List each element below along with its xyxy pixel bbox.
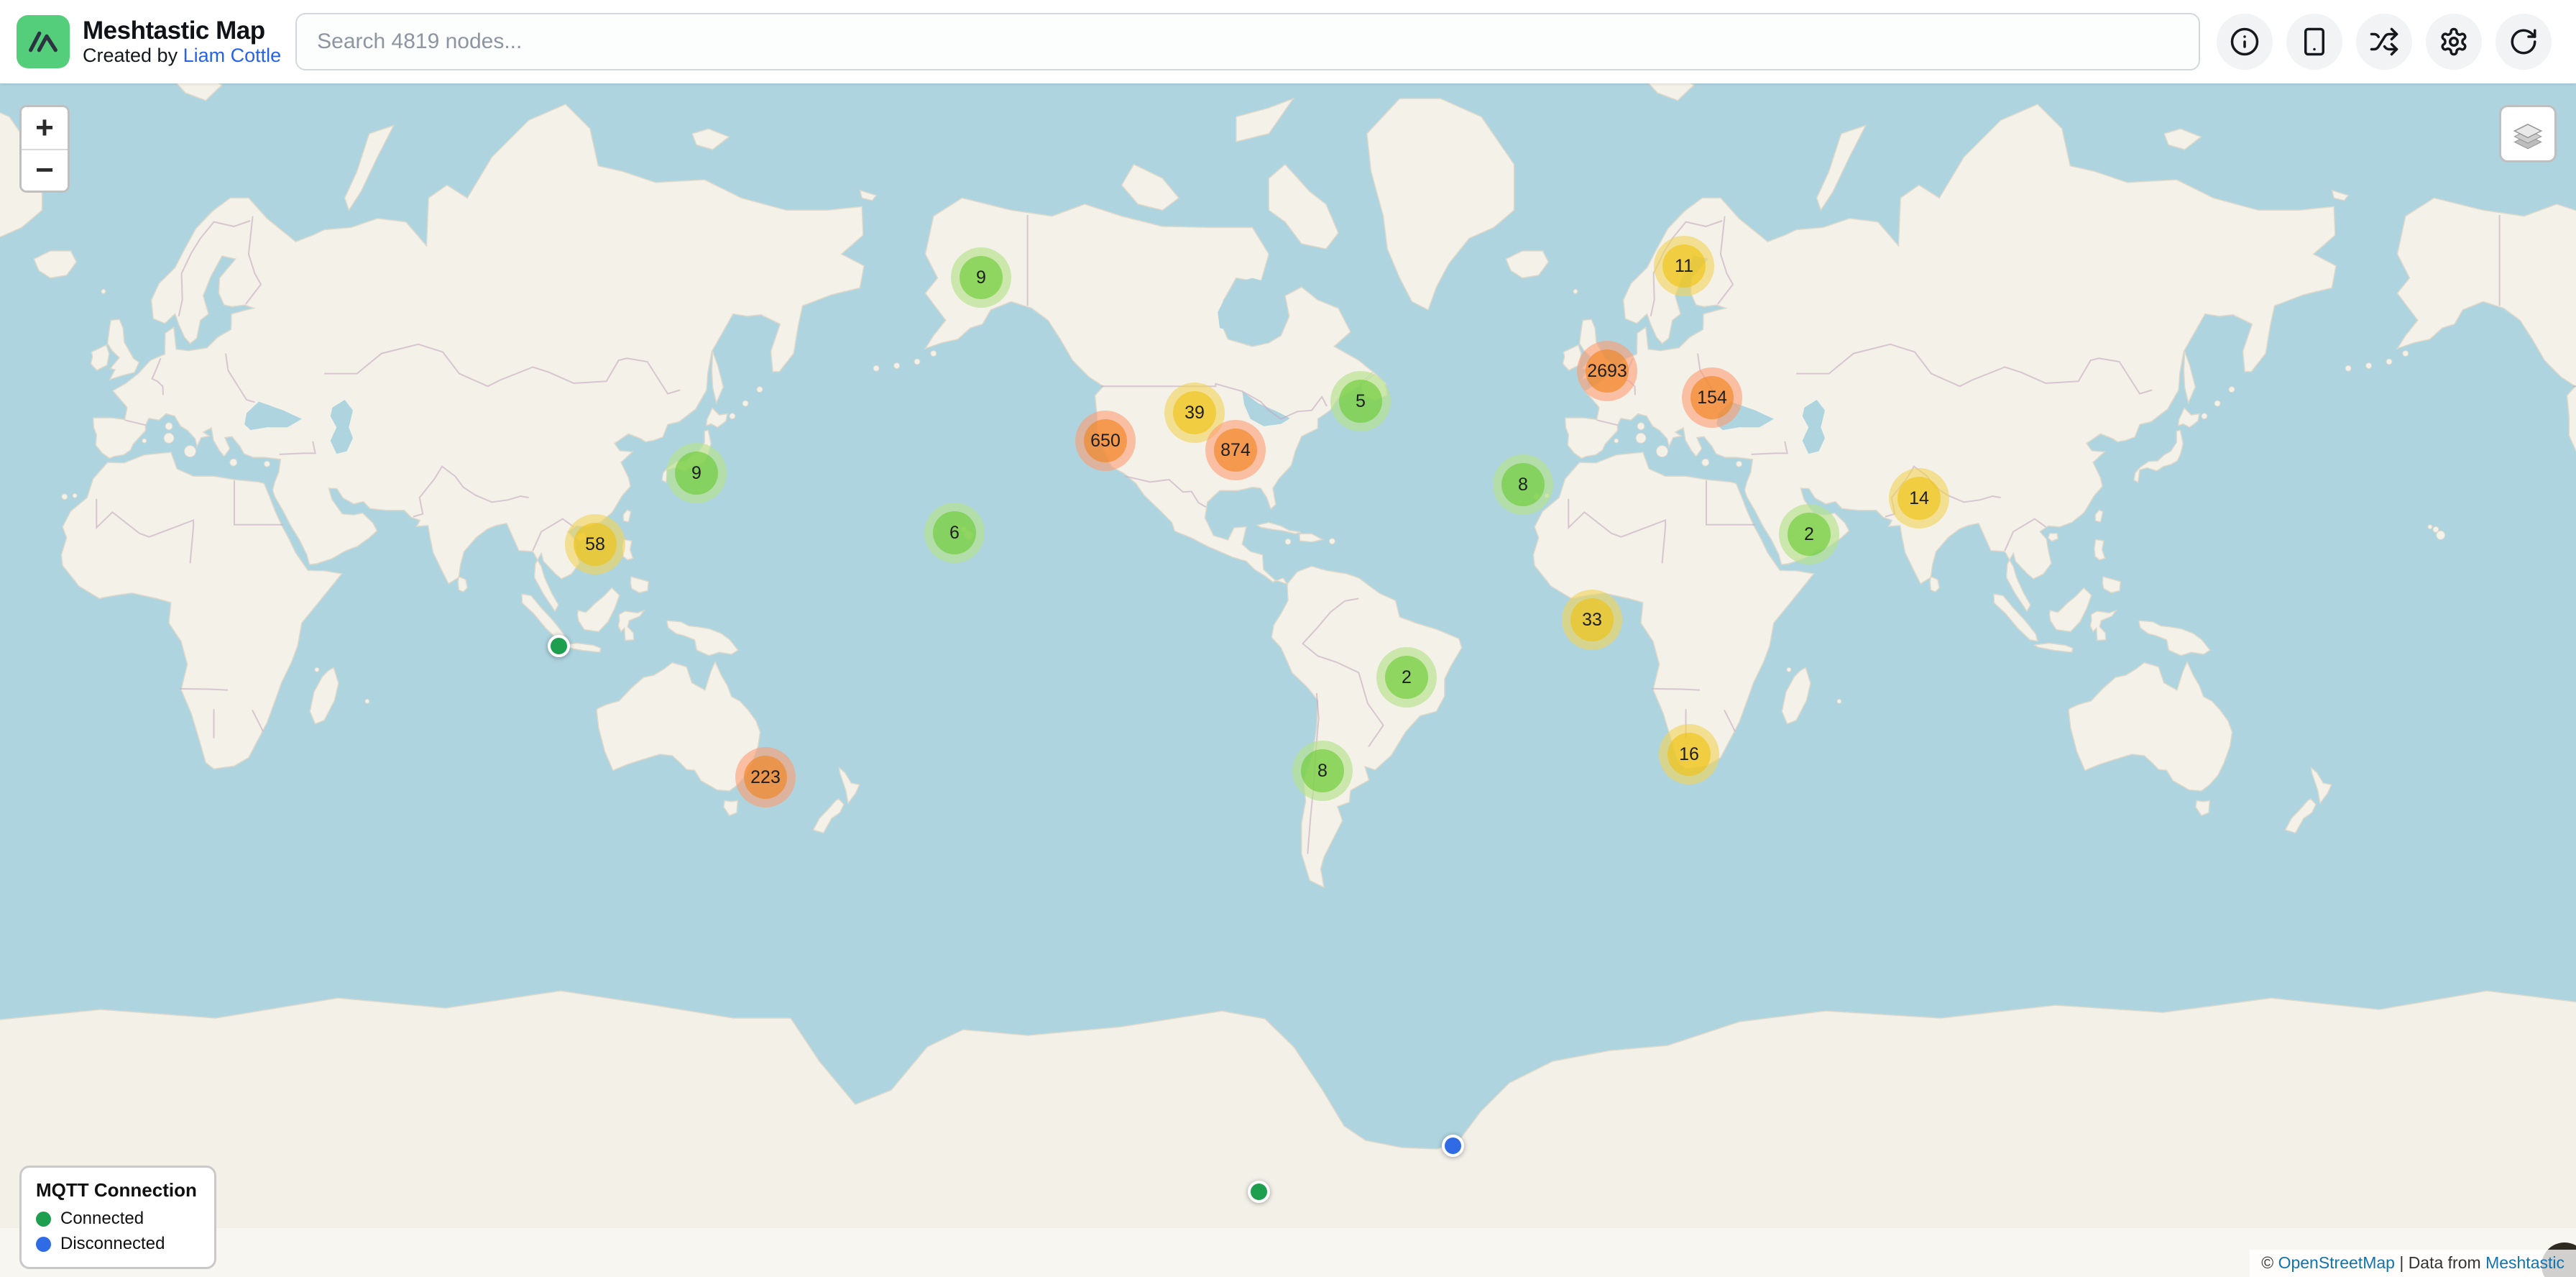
cluster-count: 2 [1385, 656, 1428, 699]
cluster-marker[interactable]: 6 [924, 503, 985, 563]
mqtt-legend: MQTT Connection Connected Disconnected [19, 1166, 216, 1269]
cluster-count: 58 [574, 523, 617, 566]
cluster-count: 223 [744, 756, 787, 799]
cluster-count: 8 [1301, 749, 1344, 792]
cluster-marker[interactable]: 9 [951, 247, 1011, 308]
cluster-marker[interactable]: 11 [1654, 236, 1714, 296]
cluster-count: 33 [1570, 598, 1614, 641]
cluster-count: 16 [1668, 733, 1711, 776]
refresh-icon [2508, 27, 2539, 57]
cluster-marker[interactable]: 2 [1376, 647, 1437, 708]
node-marker-connected[interactable] [548, 635, 570, 657]
byline-author-link[interactable]: Liam Cottle [183, 45, 282, 66]
cluster-marker[interactable]: 14 [1889, 468, 1949, 528]
cluster-count: 9 [960, 256, 1003, 299]
cluster-count: 39 [1173, 391, 1216, 434]
gear-icon [2439, 27, 2469, 57]
info-icon [2230, 27, 2260, 57]
smartphone-icon [2299, 27, 2329, 57]
cluster-count: 14 [1898, 477, 1941, 520]
attribution-copyright: © [2261, 1253, 2278, 1272]
search-input[interactable] [295, 13, 2200, 70]
cluster-count: 650 [1084, 419, 1127, 462]
cluster-marker[interactable]: 874 [1205, 420, 1266, 480]
cluster-marker[interactable]: 16 [1659, 724, 1719, 784]
info-button[interactable] [2217, 14, 2273, 70]
shuffle-icon [2369, 27, 2399, 57]
settings-button[interactable] [2426, 14, 2482, 70]
legend-title: MQTT Connection [36, 1179, 197, 1202]
random-node-button[interactable] [2356, 14, 2412, 70]
legend-row-connected: Connected [36, 1209, 197, 1229]
map-attribution: © OpenStreetMap | Data from Meshtastic [2250, 1250, 2576, 1277]
node-marker-disconnected[interactable] [1442, 1135, 1464, 1157]
legend-label-connected: Connected [60, 1209, 144, 1229]
meshtastic-logo-icon [24, 23, 62, 60]
cluster-count: 5 [1339, 380, 1382, 423]
meshtastic-logo [17, 15, 70, 68]
world-map[interactable]: + − 911269315439650874589586142332168223… [0, 83, 2576, 1277]
node-marker-connected[interactable] [1248, 1181, 1270, 1203]
cluster-count: 154 [1690, 376, 1734, 419]
cluster-count: 9 [675, 452, 718, 495]
cluster-marker[interactable]: 58 [565, 514, 625, 575]
device-button[interactable] [2286, 14, 2342, 70]
byline-prefix: Created by [83, 45, 183, 66]
cluster-count: 11 [1662, 244, 1706, 288]
cluster-count: 8 [1501, 463, 1545, 506]
cluster-marker[interactable]: 2693 [1577, 341, 1637, 401]
meshtastic-link[interactable]: Meshtastic [2485, 1253, 2564, 1272]
app-header: Meshtastic Map Created by Liam Cottle [0, 0, 2576, 83]
cluster-marker[interactable]: 650 [1075, 411, 1136, 471]
connected-dot-icon [36, 1212, 51, 1227]
byline: Created by Liam Cottle [83, 45, 281, 67]
cluster-count: 874 [1214, 429, 1257, 472]
cluster-count: 2 [1788, 513, 1831, 556]
legend-row-disconnected: Disconnected [36, 1234, 197, 1254]
title-block: Meshtastic Map Created by Liam Cottle [83, 17, 281, 67]
cluster-marker[interactable]: 33 [1562, 590, 1622, 650]
refresh-button[interactable] [2496, 14, 2552, 70]
cluster-marker[interactable]: 8 [1493, 454, 1553, 515]
cluster-marker[interactable]: 223 [735, 747, 796, 807]
layers-icon [2511, 116, 2545, 151]
world-map-svg [0, 83, 2576, 1277]
legend-label-disconnected: Disconnected [60, 1234, 165, 1254]
zoom-control: + − [19, 105, 70, 193]
zoom-in-button[interactable]: + [22, 107, 68, 149]
cluster-count: 6 [933, 511, 976, 554]
attribution-middle: | Data from [2395, 1253, 2485, 1272]
page-title: Meshtastic Map [83, 17, 281, 45]
zoom-out-button[interactable]: − [22, 149, 68, 191]
cluster-marker[interactable]: 9 [666, 443, 727, 503]
osm-link[interactable]: OpenStreetMap [2278, 1253, 2395, 1272]
cluster-marker[interactable]: 5 [1330, 371, 1391, 431]
cluster-marker[interactable]: 8 [1292, 741, 1353, 801]
search-wrap [295, 13, 2200, 70]
cluster-marker[interactable]: 2 [1779, 504, 1839, 564]
cluster-marker[interactable]: 154 [1682, 367, 1742, 428]
disconnected-dot-icon [36, 1237, 51, 1252]
layers-control[interactable] [2499, 105, 2557, 163]
cluster-count: 2693 [1586, 349, 1629, 393]
